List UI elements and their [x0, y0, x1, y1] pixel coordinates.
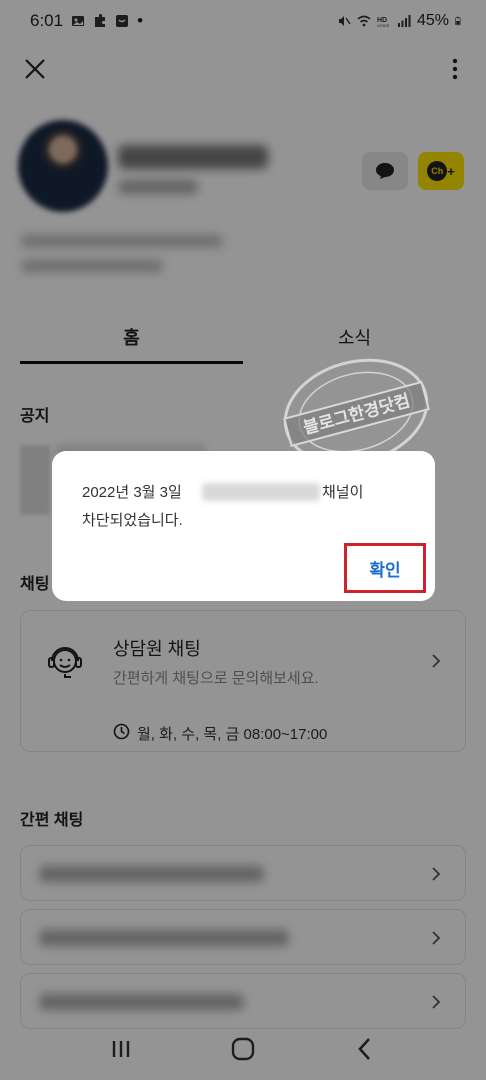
confirm-button[interactable]: 확인: [344, 543, 426, 593]
dialog-message-suffix: 채널이: [322, 484, 364, 501]
dialog-message-date: 2022년 3월 3일: [82, 484, 182, 501]
watermark-text: 블로그한경닷컴: [301, 390, 412, 439]
dialog-message-blocked: 차단되었습니다.: [82, 512, 183, 529]
dialog-channel-name-redacted: [202, 483, 320, 501]
alert-dialog: 2022년 3월 3일 채널이 차단되었습니다. 확인: [52, 451, 435, 601]
